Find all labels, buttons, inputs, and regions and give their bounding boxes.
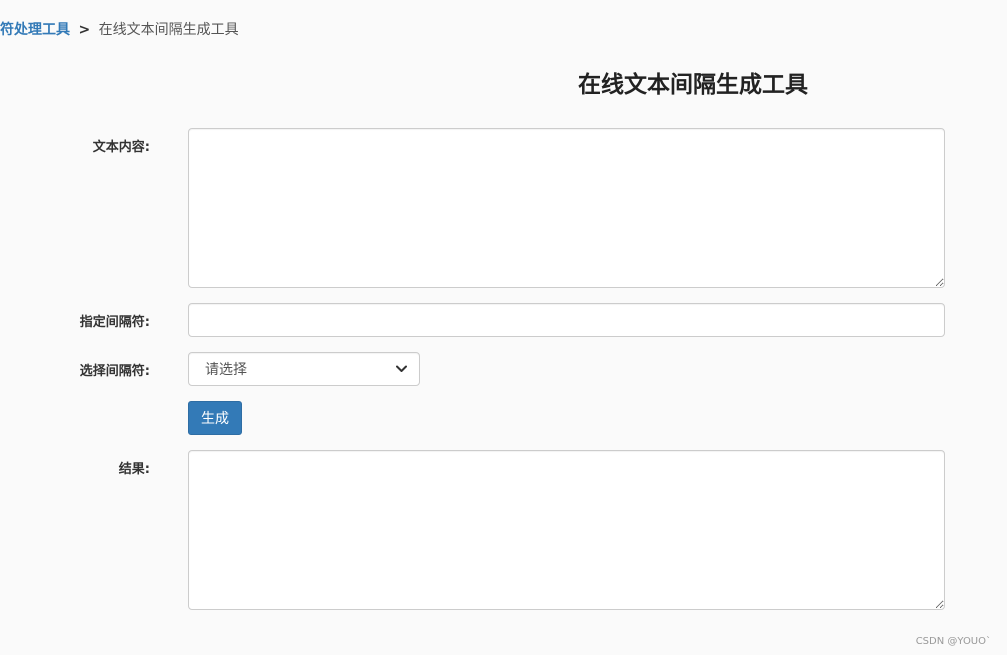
page-title: 在线文本间隔生成工具 <box>578 72 808 98</box>
breadcrumb-link-parent[interactable]: 符处理工具 <box>0 22 70 38</box>
result-textarea[interactable] <box>188 450 945 610</box>
select-separator-label: 选择间隔符: <box>79 364 150 379</box>
chevron-down-icon <box>395 363 407 375</box>
page: 符处理工具 > 在线文本间隔生成工具 在线文本间隔生成工具 文本内容: 指定间隔… <box>0 0 1007 655</box>
generate-button[interactable]: 生成 <box>188 401 242 435</box>
text-content-label: 文本内容: <box>92 140 150 155</box>
breadcrumb-current: 在线文本间隔生成工具 <box>98 22 239 38</box>
separator-select-value: 请选择 <box>205 362 247 378</box>
breadcrumb: 符处理工具 > 在线文本间隔生成工具 <box>0 20 239 40</box>
result-label: 结果: <box>118 462 150 477</box>
text-content-textarea[interactable] <box>188 128 945 288</box>
separator-label: 指定间隔符: <box>79 315 150 330</box>
separator-select[interactable]: 请选择 <box>188 352 420 386</box>
separator-input[interactable] <box>188 303 945 337</box>
watermark: CSDN @YOUO` <box>915 636 991 647</box>
breadcrumb-separator: > <box>78 22 91 38</box>
